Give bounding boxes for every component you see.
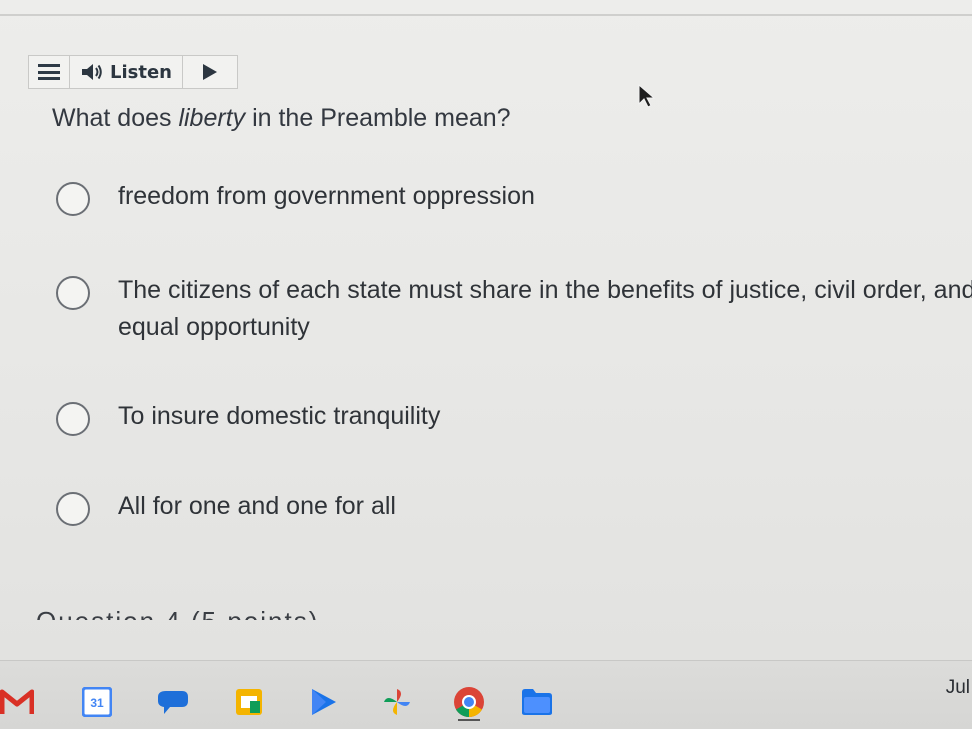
- calendar-day: 31: [90, 696, 104, 710]
- answer-text: To insure domestic tranquility: [118, 402, 441, 430]
- mouse-cursor-icon: [638, 83, 656, 113]
- answer-text: All for one and one for all: [118, 492, 396, 520]
- pinwheel-icon[interactable]: [380, 685, 414, 719]
- assessment-page: Listen What does liberty in the Preamble…: [0, 0, 972, 660]
- listen-label: Listen: [110, 61, 172, 83]
- chrome-icon[interactable]: [452, 685, 486, 721]
- radio-button[interactable]: [56, 492, 90, 526]
- gmail-icon[interactable]: [0, 685, 34, 719]
- radio-button[interactable]: [56, 276, 90, 310]
- chat-icon[interactable]: [156, 685, 190, 719]
- os-shelf: 31 Jul: [0, 660, 972, 729]
- listen-button[interactable]: Listen: [70, 56, 183, 88]
- question-text: What does liberty in the Preamble mean?: [52, 104, 511, 132]
- hamburger-menu-icon: [38, 64, 60, 80]
- question-emphasis: liberty: [178, 104, 246, 132]
- answer-text: The citizens of each state must share in…: [118, 276, 972, 341]
- menu-button[interactable]: [29, 56, 70, 88]
- speaker-icon: [80, 62, 104, 82]
- clock-text[interactable]: Jul: [946, 677, 970, 699]
- play-icon: [202, 64, 217, 80]
- top-divider: [0, 14, 972, 16]
- radio-button[interactable]: [56, 402, 90, 436]
- play-store-icon[interactable]: [306, 685, 340, 719]
- listen-toolbar: Listen: [28, 55, 238, 89]
- active-app-indicator: [458, 719, 480, 721]
- answer-text: freedom from government oppression: [118, 182, 535, 210]
- play-button[interactable]: [183, 56, 237, 88]
- answer-option-1[interactable]: freedom from government oppression: [56, 182, 972, 216]
- answer-option-2[interactable]: The citizens of each state must share in…: [56, 276, 972, 346]
- radio-button[interactable]: [56, 182, 90, 216]
- next-question-heading: Question 4 (5 points): [36, 604, 319, 620]
- answer-option-4[interactable]: All for one and one for all: [56, 492, 972, 526]
- files-icon[interactable]: [520, 685, 554, 719]
- answer-option-3[interactable]: To insure domestic tranquility: [56, 402, 972, 436]
- calendar-icon[interactable]: 31: [80, 685, 114, 719]
- slides-icon[interactable]: [232, 685, 266, 719]
